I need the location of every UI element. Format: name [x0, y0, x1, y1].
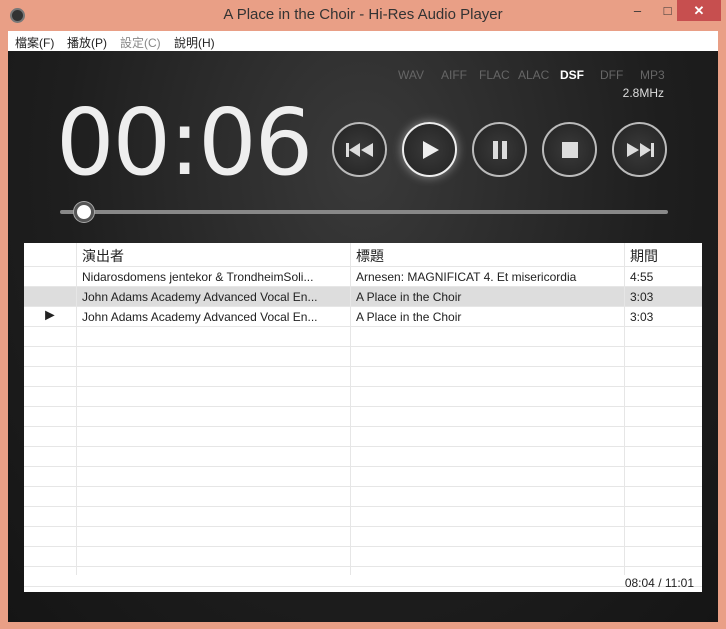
empty-row: [24, 427, 702, 447]
table-row[interactable]: John Adams Academy Advanced Vocal En... …: [24, 287, 702, 307]
elapsed-time: 00:06: [56, 89, 313, 196]
playlist-table: 演出者 標題 期間 Nidarosdomens jentekor & Trond…: [24, 243, 702, 592]
empty-row: [24, 407, 702, 427]
menu-play[interactable]: 播放(P): [67, 34, 107, 51]
seek-slider[interactable]: [60, 210, 668, 214]
play-indicator: ►: [42, 307, 58, 324]
format-alac: ALAC: [518, 68, 550, 82]
play-button[interactable]: [402, 122, 457, 177]
column-divider: [350, 243, 351, 575]
empty-row: [24, 327, 702, 347]
seek-thumb[interactable]: [74, 202, 95, 222]
row-title: A Place in the Choir: [356, 290, 462, 304]
format-flac: FLAC: [479, 68, 510, 82]
play-icon: [422, 140, 439, 159]
header-duration[interactable]: 期間: [630, 246, 658, 266]
header-artist[interactable]: 演出者: [82, 246, 124, 266]
empty-row: [24, 507, 702, 527]
minimize-button[interactable]: –: [625, 0, 650, 21]
total-time: 08:04 / 11:01: [624, 576, 694, 590]
player-panel: WAV AIFF FLAC ALAC DSF DFF MP3 2.8MHz 00…: [8, 51, 718, 622]
format-dff: DFF: [600, 68, 624, 82]
empty-row: [24, 547, 702, 567]
empty-row: [24, 487, 702, 507]
row-duration: 4:55: [630, 270, 654, 284]
row-duration: 3:03: [630, 290, 654, 304]
row-artist: Nidarosdomens jentekor & TrondheimSoli..…: [82, 270, 314, 284]
skip-back-icon: [345, 142, 373, 157]
empty-row: [24, 447, 702, 467]
row-artist: John Adams Academy Advanced Vocal En...: [82, 290, 318, 304]
row-duration: 3:03: [630, 310, 654, 324]
table-header: 演出者 標題 期間: [24, 243, 702, 267]
empty-row: [24, 567, 702, 587]
table-row[interactable]: ► John Adams Academy Advanced Vocal En..…: [24, 307, 702, 327]
menu-file[interactable]: 檔案(F): [15, 34, 54, 51]
pause-button[interactable]: [472, 122, 527, 177]
menu-help[interactable]: 說明(H): [174, 34, 215, 51]
stop-button[interactable]: [542, 122, 597, 177]
row-artist: John Adams Academy Advanced Vocal En...: [82, 310, 318, 324]
stop-icon: [561, 141, 578, 158]
header-title[interactable]: 標題: [356, 246, 384, 266]
table-row[interactable]: Nidarosdomens jentekor & TrondheimSoli..…: [24, 267, 702, 287]
format-dsf: DSF: [560, 68, 584, 82]
skip-forward-icon: [626, 142, 654, 157]
format-mp3: MP3: [640, 68, 665, 82]
empty-row: [24, 527, 702, 547]
empty-row: [24, 367, 702, 387]
row-title: A Place in the Choir: [356, 310, 462, 324]
empty-row: [24, 467, 702, 487]
next-button[interactable]: [612, 122, 667, 177]
sample-rate: 2.8MHz: [622, 86, 664, 100]
format-aiff: AIFF: [441, 68, 467, 82]
menu-settings[interactable]: 設定(C): [120, 34, 161, 51]
window-title: A Place in the Choir - Hi-Res Audio Play…: [223, 6, 503, 23]
row-title: Arnesen: MAGNIFICAT 4. Et misericordia: [356, 270, 577, 284]
title-bar: A Place in the Choir - Hi-Res Audio Play…: [0, 0, 726, 31]
previous-button[interactable]: [332, 122, 387, 177]
menu-bar: 檔案(F) 播放(P) 設定(C) 說明(H): [8, 31, 718, 51]
pause-icon: [492, 140, 507, 159]
empty-row: [24, 387, 702, 407]
close-button[interactable]: ✕: [677, 0, 721, 21]
format-wav: WAV: [398, 68, 424, 82]
empty-row: [24, 347, 702, 367]
column-divider: [624, 243, 625, 575]
column-divider: [76, 243, 77, 575]
